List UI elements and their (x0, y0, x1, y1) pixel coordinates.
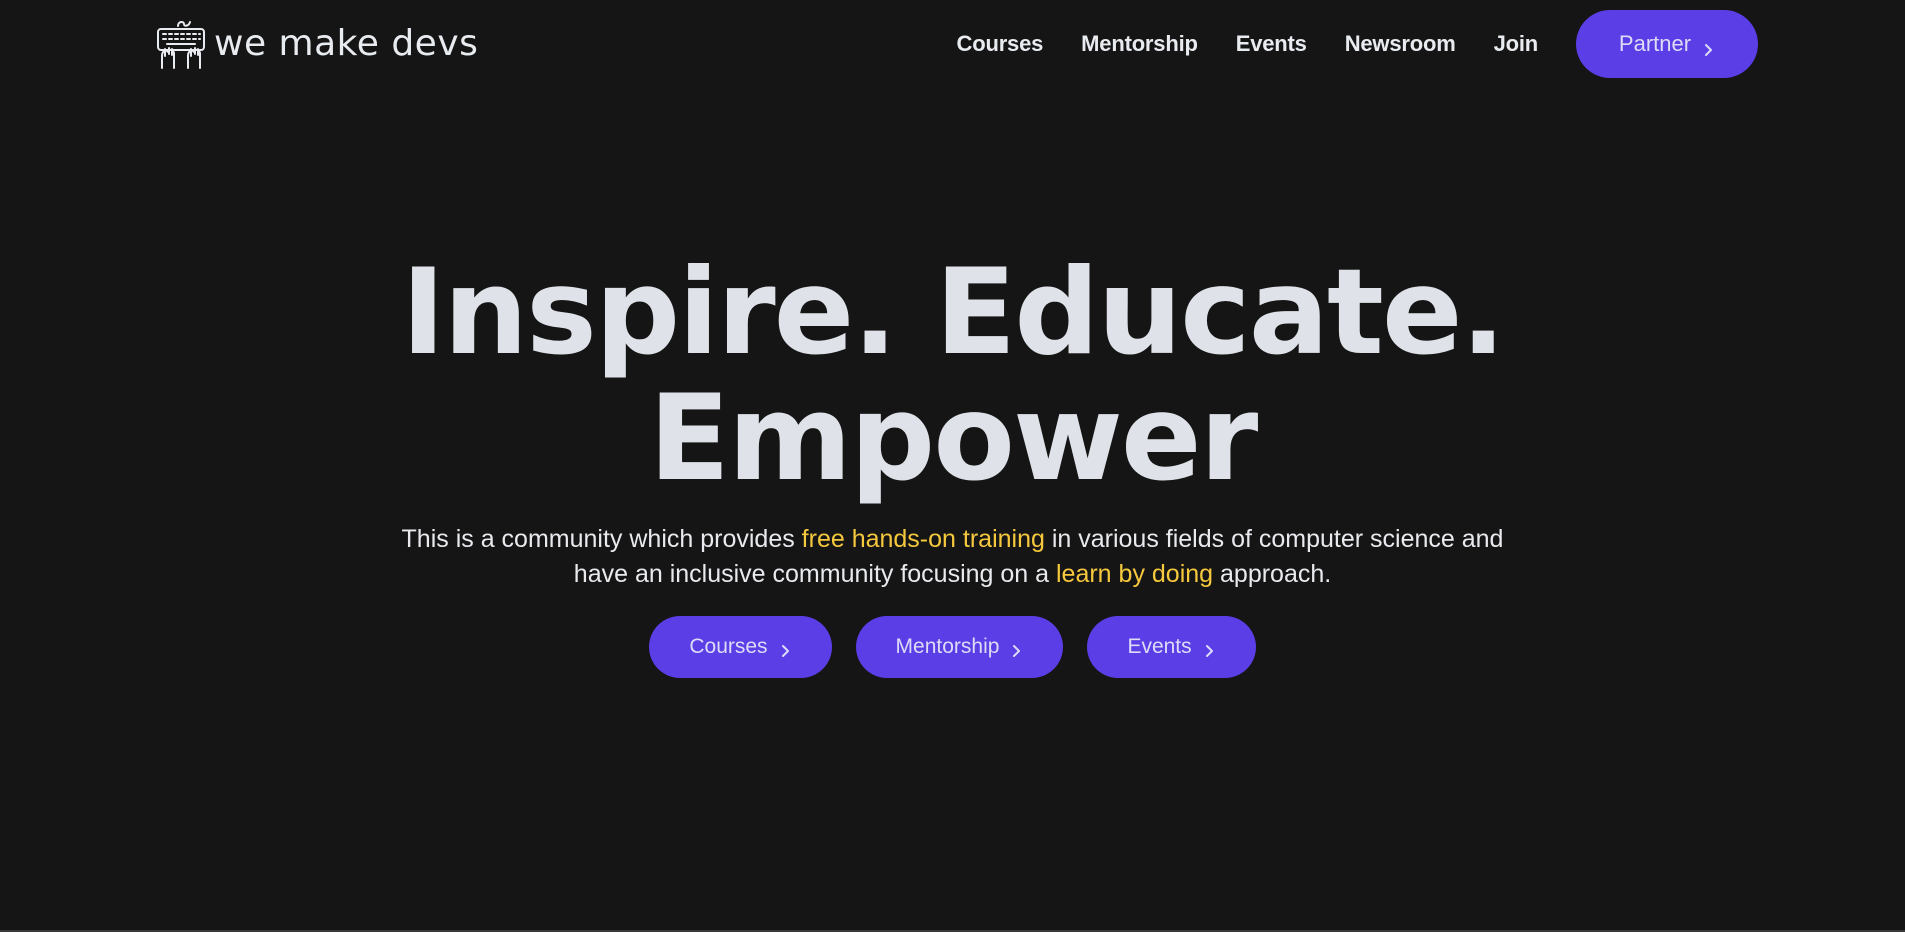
hero-section: Inspire. Educate. Empower This is a comm… (0, 250, 1905, 678)
hero-desc-part3: approach. (1213, 560, 1332, 588)
mentorship-button[interactable]: Mentorship (855, 616, 1064, 678)
navbar: we make devs Courses Mentorship Events N… (0, 0, 1905, 90)
partner-button-label: Partner (1618, 31, 1692, 56)
nav-link-courses[interactable]: Courses (957, 31, 1044, 57)
partner-button[interactable]: Partner (1576, 10, 1758, 78)
hero-desc-part1: This is a community which provides (401, 525, 802, 553)
nav-link-newsroom[interactable]: Newsroom (1345, 31, 1456, 57)
chevron-right-icon (1701, 37, 1715, 56)
hero-cta-row: Courses Mentorship Events (0, 616, 1905, 678)
chevron-right-icon (1202, 640, 1216, 657)
mentorship-button-label: Mentorship (895, 635, 1000, 658)
hero-description: This is a community which provides free … (373, 522, 1533, 592)
nav-link-mentorship[interactable]: Mentorship (1081, 31, 1198, 57)
events-button-label: Events (1127, 635, 1192, 658)
logo-text: we make devs (214, 23, 479, 64)
nav-link-join[interactable]: Join (1494, 31, 1539, 57)
events-button[interactable]: Events (1087, 616, 1256, 678)
chevron-right-icon (1009, 640, 1023, 657)
nav-link-events[interactable]: Events (1236, 31, 1307, 57)
keyboard-hands-icon (156, 18, 206, 70)
hero-title: Inspire. Educate. Empower (0, 250, 1905, 502)
logo-link[interactable]: we make devs (156, 18, 478, 70)
courses-button-label: Courses (689, 635, 768, 658)
hero-desc-highlight-learn: learn by doing (1056, 560, 1214, 588)
hero-desc-highlight-training: free hands-on training (801, 525, 1045, 553)
hero-title-line1: Inspire. Educate. (401, 244, 1506, 382)
hero-title-line2: Empower (648, 370, 1259, 508)
courses-button[interactable]: Courses (649, 616, 832, 678)
nav-links: Courses Mentorship Events Newsroom Join … (957, 10, 1758, 78)
chevron-right-icon (778, 640, 792, 657)
